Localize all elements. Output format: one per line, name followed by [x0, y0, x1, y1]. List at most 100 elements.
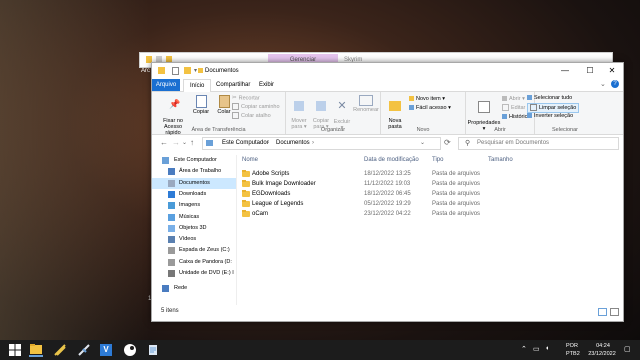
- ribbon-collapse-icon[interactable]: ⌄: [600, 80, 606, 88]
- file-row[interactable]: Bulk Image Downloader 11/12/2022 19:03 Pas…: [237, 179, 537, 189]
- delete-button[interactable]: ✕ Excluir ▾: [332, 95, 352, 132]
- nav-item-label: Downloads: [179, 190, 207, 197]
- forward-button[interactable]: →: [172, 138, 180, 148]
- properties-icon: [478, 101, 490, 113]
- tray-overflow-icon[interactable]: ⌃: [521, 345, 527, 353]
- column-header-name[interactable]: Nome: [242, 155, 258, 165]
- file-row[interactable]: oCam 23/12/2022 04:22 Pasta de arquivos: [237, 209, 537, 219]
- drive-icon: [168, 247, 175, 255]
- history-icon: [502, 114, 507, 120]
- delete-icon: ✕: [337, 100, 347, 112]
- file-explorer-icon[interactable]: [29, 343, 43, 357]
- move-to-button[interactable]: Mover para ▾: [288, 95, 310, 130]
- tab-file[interactable]: Arquivo: [152, 79, 180, 91]
- computer-icon: [162, 157, 169, 164]
- paste-label: Colar: [217, 109, 231, 115]
- sword-app-icon[interactable]: [77, 343, 91, 357]
- cut-button[interactable]: ✂ Recortar: [232, 94, 260, 102]
- nav-item[interactable]: Documentos: [152, 177, 236, 189]
- paste-shortcut-icon: [232, 112, 239, 120]
- nav-item[interactable]: Caixa de Pandora (D:: [152, 257, 236, 268]
- network-tray-icon[interactable]: ▭: [533, 345, 540, 353]
- breadcrumb-this-pc[interactable]: Este Computador: [222, 138, 269, 149]
- easy-access-button[interactable]: Fácil acesso ▾: [409, 104, 451, 112]
- clock-date[interactable]: 23/12/2022: [584, 349, 620, 359]
- column-header-type[interactable]: Tipo: [432, 155, 443, 165]
- nav-item[interactable]: Objetos 3D: [152, 223, 236, 234]
- nav-item[interactable]: Área de Trabalho: [152, 166, 236, 177]
- nav-item[interactable]: Músicas: [152, 212, 236, 223]
- close-button[interactable]: ✕: [601, 63, 623, 79]
- details-view-icon[interactable]: [598, 308, 607, 316]
- address-dropdown-icon[interactable]: ⌄: [420, 138, 425, 149]
- refresh-button[interactable]: ⟳: [444, 138, 451, 148]
- nav-item[interactable]: Este Computador: [152, 155, 236, 166]
- nav-item[interactable]: Vídeos: [152, 234, 236, 245]
- visual-studio-icon[interactable]: V: [100, 344, 112, 356]
- address-bar[interactable]: Este Computador › Documentos › ⌄: [202, 137, 441, 150]
- new-folder-button[interactable]: Nova pasta: [384, 95, 406, 130]
- nav-item[interactable]: Downloads: [152, 189, 236, 200]
- rename-button[interactable]: Renomear: [352, 95, 380, 113]
- up-button[interactable]: ↑: [190, 138, 194, 148]
- quick-access-toolbar-dropdown[interactable]: ▾: [194, 67, 197, 74]
- copy-button[interactable]: Copiar: [190, 95, 212, 115]
- search-icon: ⚲: [465, 140, 471, 147]
- desktop-wallpaper: [0, 0, 150, 360]
- start-icon[interactable]: [8, 343, 22, 357]
- copy-path-button[interactable]: Copiar caminho: [232, 103, 280, 111]
- tab-share[interactable]: Compartilhar: [210, 79, 256, 91]
- large-icons-view-icon[interactable]: [610, 308, 619, 316]
- navigation-pane: Este Computador Área de Trabalho Documento…: [152, 155, 236, 303]
- steam-icon[interactable]: [123, 343, 137, 357]
- ribbon-tabs: Arquivo Início Compartilhar Exibir ⌄ ?: [152, 79, 623, 93]
- pictures-icon: [168, 202, 175, 210]
- breadcrumb-documents[interactable]: Documentos: [276, 138, 310, 149]
- notepad-icon[interactable]: [146, 343, 160, 357]
- minimize-button[interactable]: —: [554, 63, 576, 79]
- edit-button[interactable]: Editar: [502, 104, 525, 112]
- search-input[interactable]: ⚲ Pesquisar em Documentos: [458, 137, 619, 150]
- open-button[interactable]: Abrir ▾: [502, 95, 525, 103]
- open-group-label: Abrir: [494, 127, 506, 133]
- scissors-icon: ✂: [232, 95, 237, 101]
- volume-icon[interactable]: ◖: [545, 345, 549, 352]
- nav-item[interactable]: Imagens: [152, 200, 236, 211]
- game-icon[interactable]: [53, 343, 67, 357]
- select-all-label: Selecionar tudo: [534, 95, 573, 101]
- file-row[interactable]: EGDownloads 18/12/2022 06:45 Pasta de arqu…: [237, 189, 537, 199]
- ribbon: 📌 Fixar no Acesso rápido Copiar Colar ✂ R…: [152, 92, 623, 136]
- window-title: Documentos: [205, 68, 239, 74]
- nav-item[interactable]: Unidade de DVD (E:) I: [152, 268, 236, 279]
- nav-item-label: Vídeos: [179, 236, 197, 243]
- notifications-icon[interactable]: ▢: [624, 345, 631, 353]
- file-explorer-window: ▾ Documentos — ☐ ✕ Arquivo Início Compar…: [151, 62, 624, 322]
- column-header-size[interactable]: Tamanho: [488, 155, 513, 165]
- recent-locations-dropdown[interactable]: ⌄: [182, 138, 187, 148]
- nav-item[interactable]: Espada de Zeus (C:): [152, 245, 236, 256]
- properties-icon[interactable]: [172, 67, 179, 75]
- pin-icon: 📌: [169, 99, 181, 109]
- nav-item[interactable]: Rede: [152, 283, 236, 294]
- back-button[interactable]: ←: [160, 138, 168, 148]
- column-header-modified[interactable]: Data de modificação: [364, 155, 419, 165]
- copy-to-button[interactable]: Copiar para ▾: [310, 95, 332, 130]
- invert-selection-button[interactable]: Inverter seleção: [527, 112, 573, 120]
- tab-home[interactable]: Início: [183, 79, 212, 93]
- nav-item-label: Unidade de DVD (E:) I: [179, 270, 234, 276]
- paste-shortcut-button[interactable]: Colar atalho: [232, 112, 271, 120]
- file-row[interactable]: Adobe Scripts 18/12/2022 13:25 Pasta de ar…: [237, 169, 537, 179]
- file-row[interactable]: League of Legends 05/12/2022 19:29 Pasta d…: [237, 199, 537, 209]
- rename-icon: [359, 95, 373, 106]
- tab-view[interactable]: Exibir: [253, 79, 280, 91]
- help-icon[interactable]: ?: [611, 80, 619, 88]
- new-item-button[interactable]: Novo item ▾: [409, 95, 445, 103]
- keyboard-layout[interactable]: PTB2: [566, 349, 580, 359]
- select-all-button[interactable]: Selecionar tudo: [527, 94, 572, 102]
- file-type: Pasta de arquivos: [432, 171, 481, 177]
- background-window-tab-fragment: Arc: [141, 68, 150, 74]
- maximize-button[interactable]: ☐: [579, 63, 601, 79]
- edit-icon: [502, 104, 509, 112]
- new-folder-icon[interactable]: [184, 67, 191, 74]
- title-bar[interactable]: ▾ Documentos — ☐ ✕: [152, 63, 623, 79]
